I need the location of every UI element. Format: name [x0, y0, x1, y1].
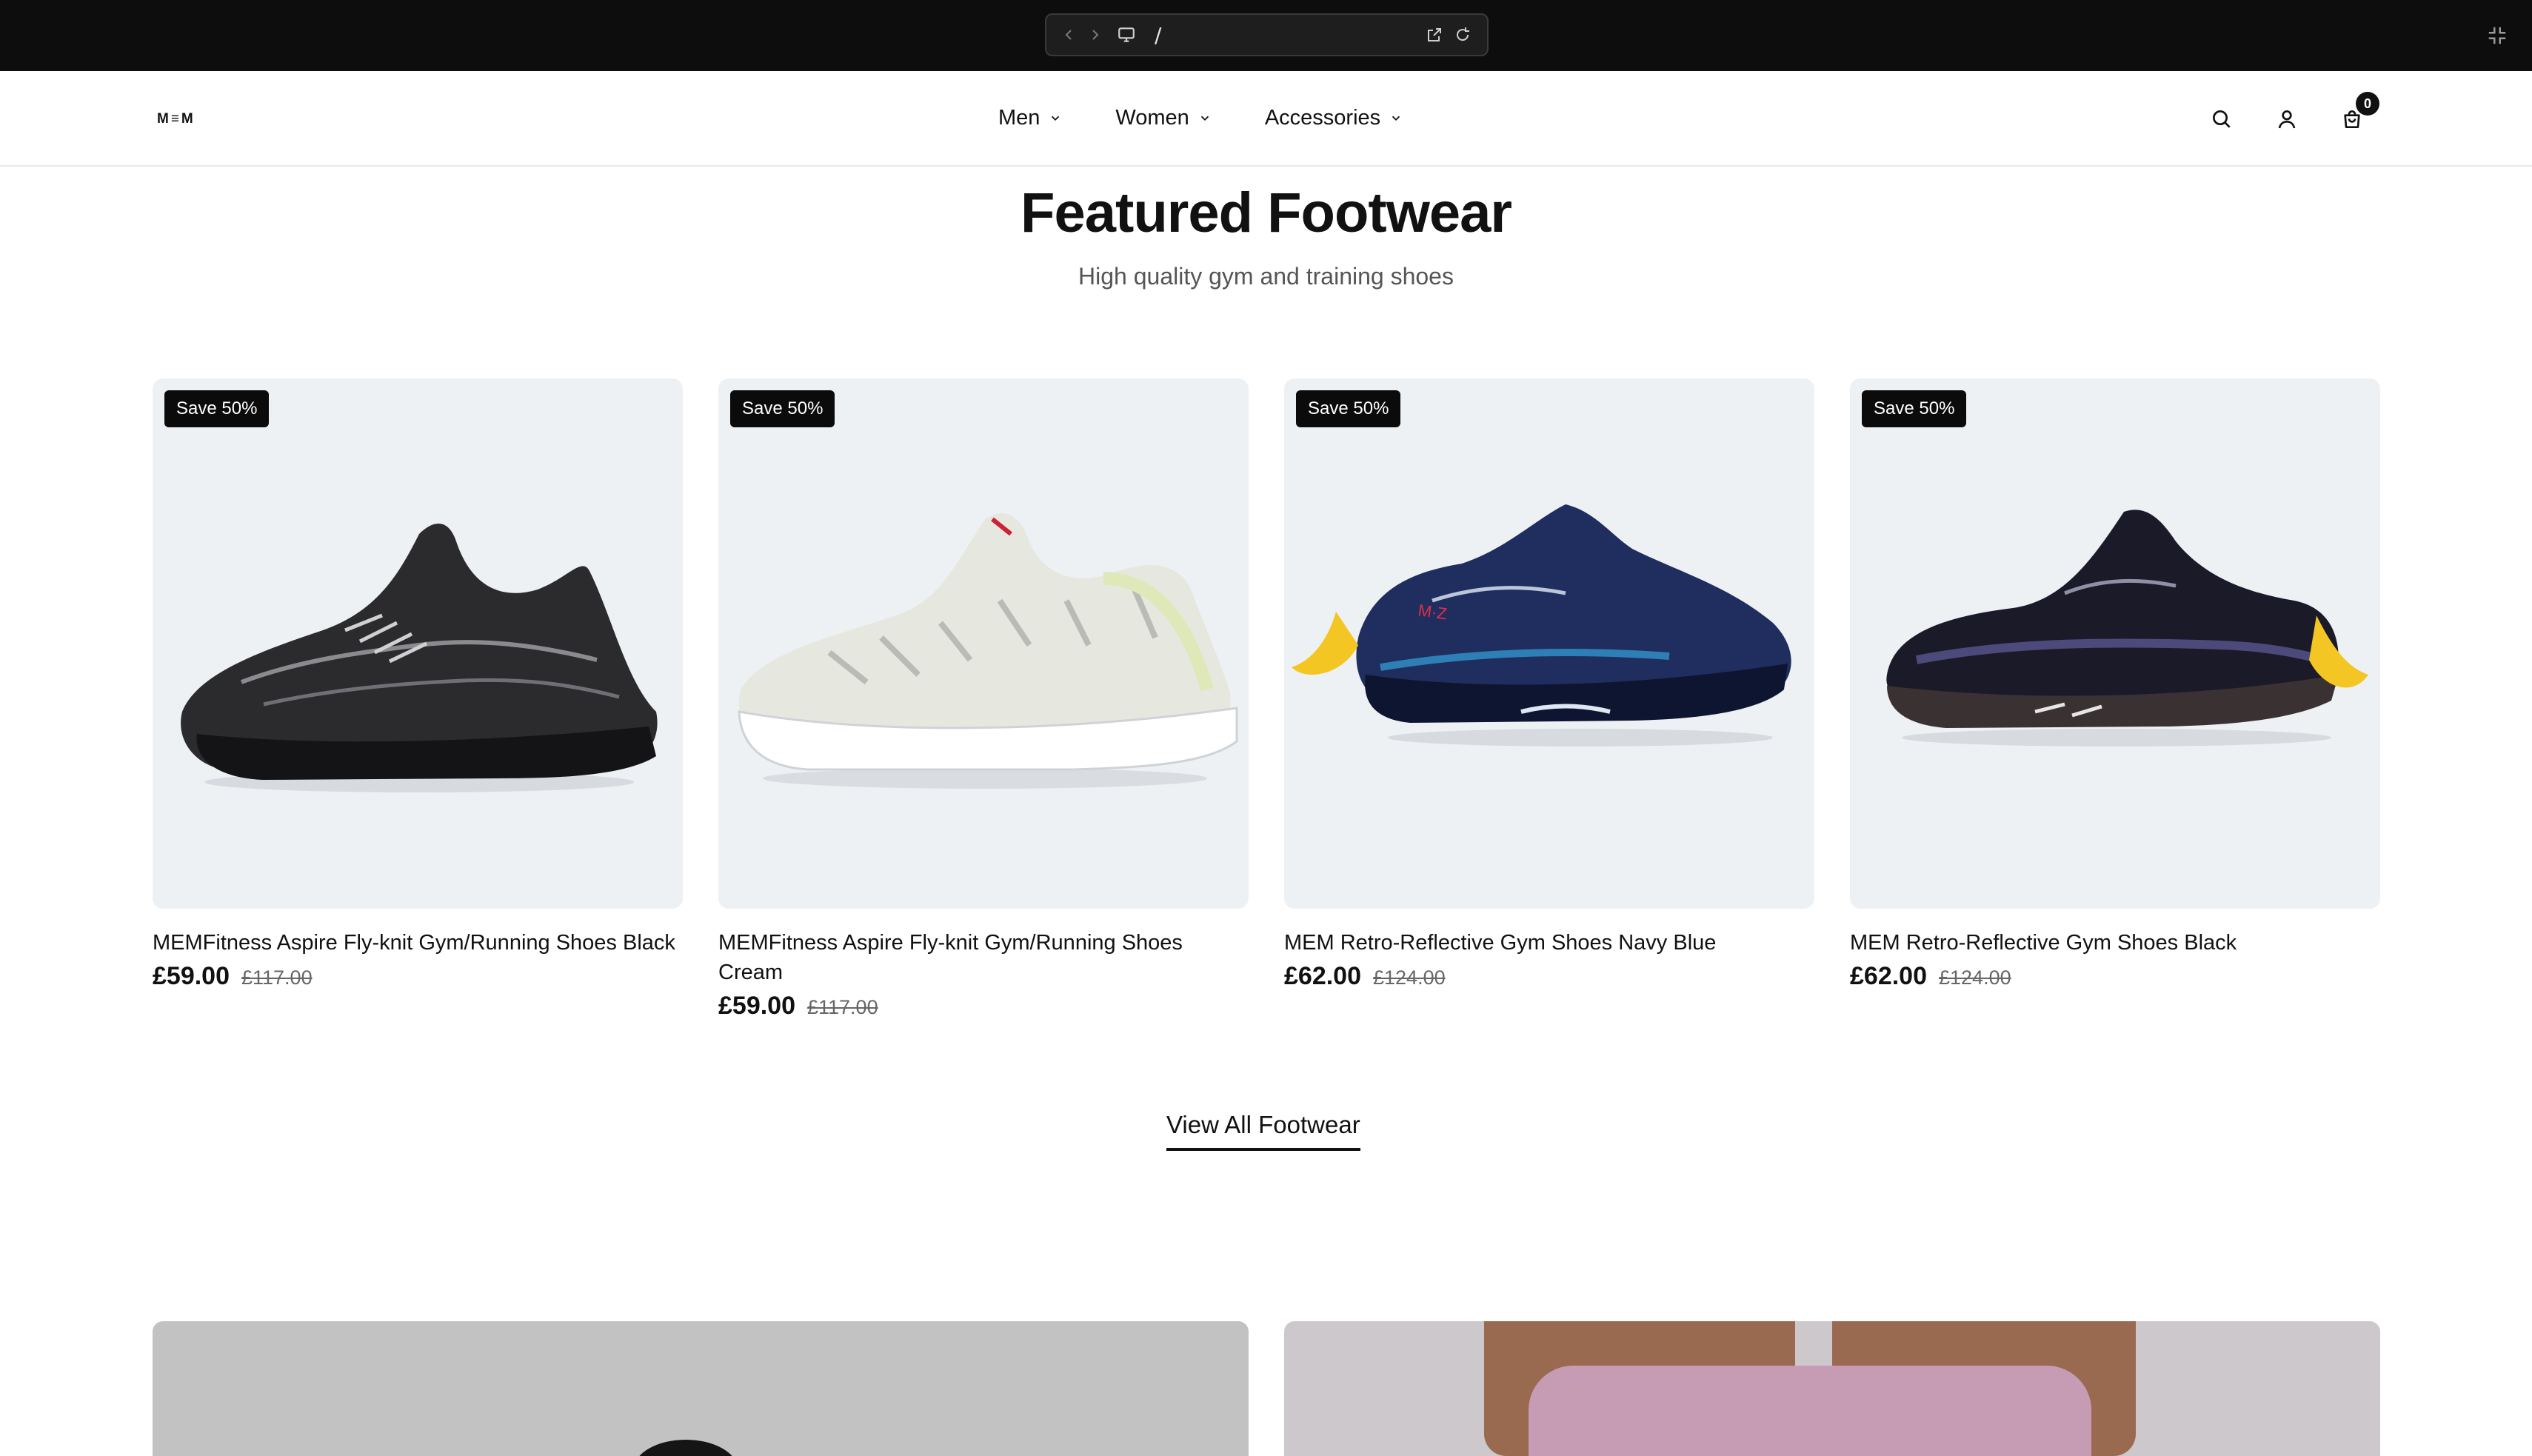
- product-title[interactable]: MEM Retro-Reflective Gym Shoes Navy Blue: [1284, 928, 1814, 958]
- main-nav: Men Women Accessories: [998, 101, 1456, 135]
- product-card[interactable]: Save 50% MEMFitness Aspire Fly-knit Gym/…: [153, 378, 683, 1021]
- chevron-down-icon: [1052, 116, 1060, 121]
- url-path[interactable]: /: [1155, 23, 1420, 47]
- product-title[interactable]: MEM Retro-Reflective Gym Shoes Black: [1850, 928, 2380, 958]
- product-title[interactable]: MEMFitness Aspire Fly-knit Gym/Running S…: [718, 928, 1249, 987]
- price-row: £59.00 £117.00: [153, 962, 683, 991]
- nav-item-label: Women: [1115, 105, 1189, 130]
- shoe-image-cream-knit: [738, 512, 1238, 789]
- nav-item-label: Men: [998, 105, 1040, 130]
- compare-price: £124.00: [1939, 966, 2011, 989]
- search-icon[interactable]: [2203, 101, 2240, 138]
- sale-badge: Save 50%: [164, 390, 270, 427]
- sale-price: £62.00: [1850, 962, 1927, 990]
- price-row: £59.00 £117.00: [718, 992, 1249, 1021]
- product-card[interactable]: Save 50% MEM Retro-Reflective Gym Shoes …: [1850, 378, 2380, 1021]
- sale-price: £62.00: [1284, 962, 1361, 990]
- shoe-image-black-reflective: [1886, 510, 2368, 747]
- view-all-footwear-link[interactable]: View All Footwear: [1166, 1111, 1360, 1151]
- sale-price: £59.00: [153, 962, 230, 990]
- nav-item-accessories[interactable]: Accessories: [1265, 106, 1403, 130]
- compare-price: £117.00: [241, 966, 313, 989]
- section-subtitle: High quality gym and training shoes: [1078, 263, 1454, 290]
- sale-badge: Save 50%: [730, 390, 835, 427]
- nav-item-women[interactable]: Women: [1115, 106, 1211, 130]
- header-actions: 0: [2203, 92, 2379, 138]
- reload-icon[interactable]: [1449, 21, 1477, 49]
- sale-price: £59.00: [718, 992, 795, 1020]
- open-external-icon[interactable]: [1420, 21, 1449, 49]
- product-image[interactable]: Save 50%: [718, 378, 1249, 909]
- logo-text: M≡M: [157, 111, 196, 127]
- forward-icon[interactable]: [1082, 22, 1107, 47]
- shoe-image-navy-reflective: M·Z: [1292, 504, 1791, 747]
- product-card[interactable]: Save 50% MEMFitness Aspire Fly-knit Gym/…: [718, 378, 1249, 1021]
- sale-badge: Save 50%: [1862, 390, 1967, 427]
- cart-icon[interactable]: 0: [2334, 92, 2379, 138]
- product-grid: Save 50% MEMFitness Aspire Fly-knit Gym/…: [153, 378, 2380, 1021]
- product-title[interactable]: MEMFitness Aspire Fly-knit Gym/Running S…: [153, 928, 683, 958]
- product-image[interactable]: Save 50% M·Z: [1284, 378, 1814, 909]
- product-image[interactable]: Save 50%: [153, 378, 683, 909]
- banner-model-image: [1529, 1366, 2091, 1456]
- compare-price: £124.00: [1373, 966, 1446, 989]
- banner-model-image: [634, 1440, 738, 1456]
- price-row: £62.00 £124.00: [1284, 962, 1814, 991]
- collection-banner-right[interactable]: [1284, 1321, 2380, 1456]
- shoe-image-black-knit: [181, 524, 658, 792]
- collection-banner-left[interactable]: [153, 1321, 1249, 1456]
- cart-count-badge: 0: [2356, 92, 2379, 116]
- nav-item-men[interactable]: Men: [998, 106, 1062, 130]
- section-title: Featured Footwear: [1021, 181, 1512, 244]
- browser-toolbar: /: [0, 0, 2532, 71]
- product-card[interactable]: Save 50% M·Z MEM Retro-Reflective Gym Sh…: [1284, 378, 1814, 1021]
- compare-price: £117.00: [807, 996, 878, 1018]
- product-image[interactable]: Save 50%: [1850, 378, 2380, 909]
- site-header: M≡M Men Women Accessories 0: [0, 71, 2532, 167]
- price-row: £62.00 £124.00: [1850, 962, 2380, 991]
- exit-fullscreen-icon[interactable]: [2482, 21, 2512, 50]
- logo[interactable]: M≡M: [157, 110, 196, 129]
- sale-badge: Save 50%: [1296, 390, 1401, 427]
- back-icon[interactable]: [1057, 22, 1082, 47]
- chevron-down-icon: [1200, 116, 1209, 121]
- nav-item-label: Accessories: [1264, 105, 1381, 130]
- account-icon[interactable]: [2268, 101, 2305, 138]
- chevron-down-icon: [1392, 116, 1400, 121]
- address-bar[interactable]: /: [1045, 13, 1489, 56]
- monitor-icon[interactable]: [1112, 20, 1141, 50]
